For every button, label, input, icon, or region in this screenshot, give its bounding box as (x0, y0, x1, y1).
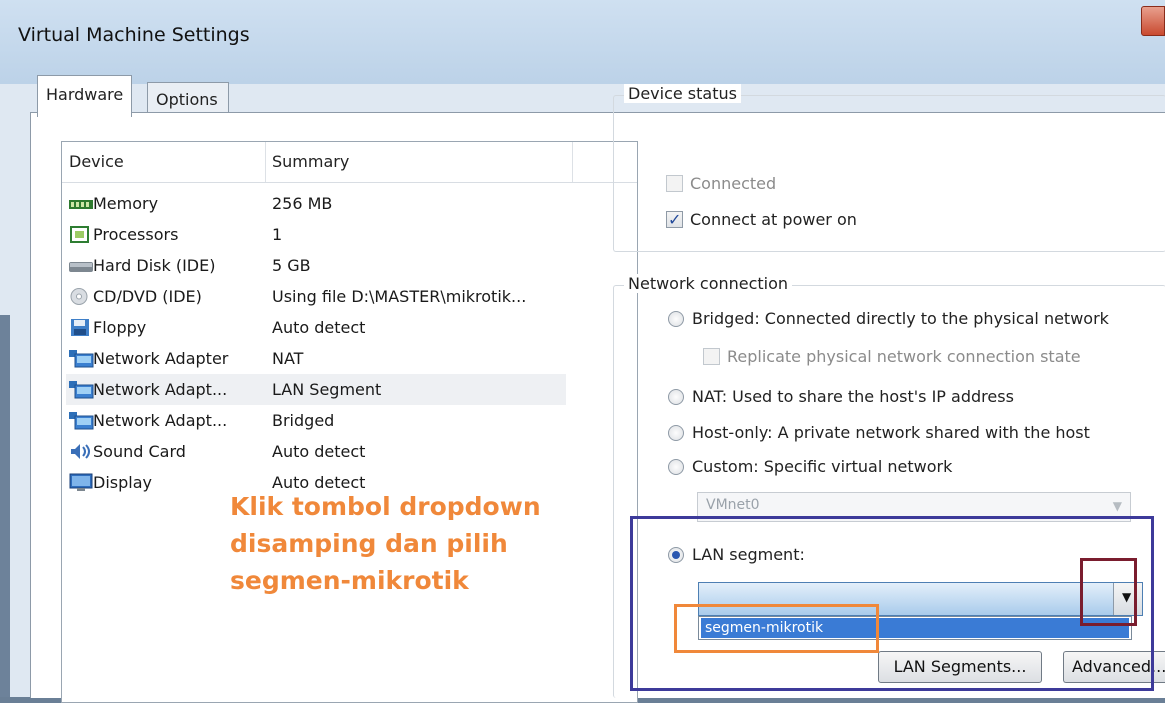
tutorial-annotation: Klik tombol dropdown disamping dan pilih… (230, 488, 590, 599)
radio-label: Custom: Specific virtual network (692, 457, 953, 476)
network-connection-label: Network connection (624, 274, 793, 293)
radio-label: Host-only: A private network shared with… (692, 423, 1090, 442)
checkbox-box (666, 209, 683, 231)
device-status-label: Device status (624, 84, 741, 103)
column-header-summary[interactable]: Summary (272, 142, 573, 182)
device-name: Sound Card (93, 442, 186, 461)
device-summary: NAT (272, 349, 304, 368)
checkbox-label: Connect at power on (690, 210, 857, 229)
device-name: Memory (93, 194, 159, 213)
tab-hardware[interactable]: Hardware (37, 75, 133, 117)
device-row-network-adapter-2[interactable]: Network Adapt... LAN Segment (66, 374, 566, 405)
annotation-line: Klik tombol dropdown (230, 492, 541, 521)
radio-dot (668, 547, 684, 563)
close-button[interactable] (1141, 6, 1165, 36)
dropdown-option-segmen-mikrotik[interactable]: segmen-mikrotik (701, 618, 1129, 638)
radio-label: LAN segment: (692, 545, 805, 564)
device-summary: Auto detect (272, 318, 366, 337)
device-name: Network Adapt... (93, 411, 228, 430)
network-adapter-icon (69, 350, 94, 368)
device-summary: 5 GB (272, 256, 311, 275)
device-row-floppy[interactable]: Floppy Auto detect (66, 312, 566, 343)
vmnet-value: VMnet0 (706, 497, 760, 513)
column-header-device[interactable]: Device (69, 142, 266, 182)
sound-card-icon (71, 444, 90, 459)
annotation-line: disamping dan pilih (230, 529, 508, 558)
device-summary: Bridged (272, 411, 335, 430)
advanced-button[interactable]: Advanced... (1063, 651, 1165, 683)
device-summary: LAN Segment (272, 380, 382, 399)
radio-dot (668, 425, 684, 441)
device-name: Floppy (93, 318, 147, 337)
chevron-down-icon: ▼ (1122, 590, 1132, 604)
background-edge (0, 315, 10, 697)
device-name: CD/DVD (IDE) (93, 287, 202, 306)
checkbox-box (666, 175, 683, 192)
radio-dot (668, 459, 684, 475)
display-icon (69, 473, 93, 491)
vm-settings-window: Virtual Machine Settings Hardware Option… (0, 0, 1165, 703)
device-row-memory[interactable]: Memory 256 MB (66, 188, 566, 219)
device-row-network-adapter-3[interactable]: Network Adapt... Bridged (66, 405, 566, 436)
radio-label: NAT: Used to share the host's IP address (692, 387, 1014, 406)
device-summary: Auto detect (272, 442, 366, 461)
memory-icon (69, 200, 93, 209)
network-adapter-icon (69, 381, 94, 399)
device-list-header: Device Summary (62, 142, 637, 183)
lan-segment-dropdown-list: segmen-mikrotik (698, 616, 1132, 640)
hard-disk-icon (69, 262, 93, 272)
device-row-processors[interactable]: Processors 1 (66, 219, 566, 250)
device-status-group: Device status Connected Connect at power… (613, 84, 1165, 252)
device-name: Display (93, 473, 152, 492)
device-list[interactable]: Device Summary Memory 256 MB Processors … (61, 141, 638, 703)
annotation-line: segmen-mikrotik (230, 566, 469, 595)
device-summary: 1 (272, 225, 283, 244)
device-name: Network Adapter (93, 349, 229, 368)
device-name: Hard Disk (IDE) (93, 256, 216, 275)
device-summary: 256 MB (272, 194, 333, 213)
floppy-icon (71, 319, 89, 336)
chevron-down-icon: ▼ (1112, 499, 1122, 513)
checkbox-label: Replicate physical network connection st… (727, 347, 1081, 366)
lan-segments-button[interactable]: LAN Segments... (878, 651, 1042, 683)
device-name: Processors (93, 225, 179, 244)
vmnet-select[interactable]: VMnet0 ▼ (697, 492, 1131, 522)
processor-icon (70, 226, 89, 243)
radio-label: Bridged: Connected directly to the physi… (692, 309, 1109, 328)
radio-dot (668, 311, 684, 327)
radio-dot (668, 389, 684, 405)
network-adapter-icon (69, 412, 94, 430)
checkbox-label: Connected (690, 174, 777, 193)
device-row-hard-disk[interactable]: Hard Disk (IDE) 5 GB (66, 250, 566, 281)
device-row-cd-dvd[interactable]: CD/DVD (IDE) Using file D:\MASTER\mikrot… (66, 281, 566, 312)
device-name: Network Adapt... (93, 380, 228, 399)
window-title: Virtual Machine Settings (18, 24, 250, 46)
device-row-network-adapter-1[interactable]: Network Adapter NAT (66, 343, 566, 374)
device-summary: Using file D:\MASTER\mikrotik... (272, 287, 527, 306)
cd-dvd-icon (70, 288, 88, 305)
checkbox-box (703, 348, 720, 365)
device-row-sound-card[interactable]: Sound Card Auto detect (66, 436, 566, 467)
lan-segment-dropdown-button[interactable]: ▼ (1113, 583, 1142, 615)
lan-segment-select[interactable]: ▼ (698, 582, 1143, 616)
